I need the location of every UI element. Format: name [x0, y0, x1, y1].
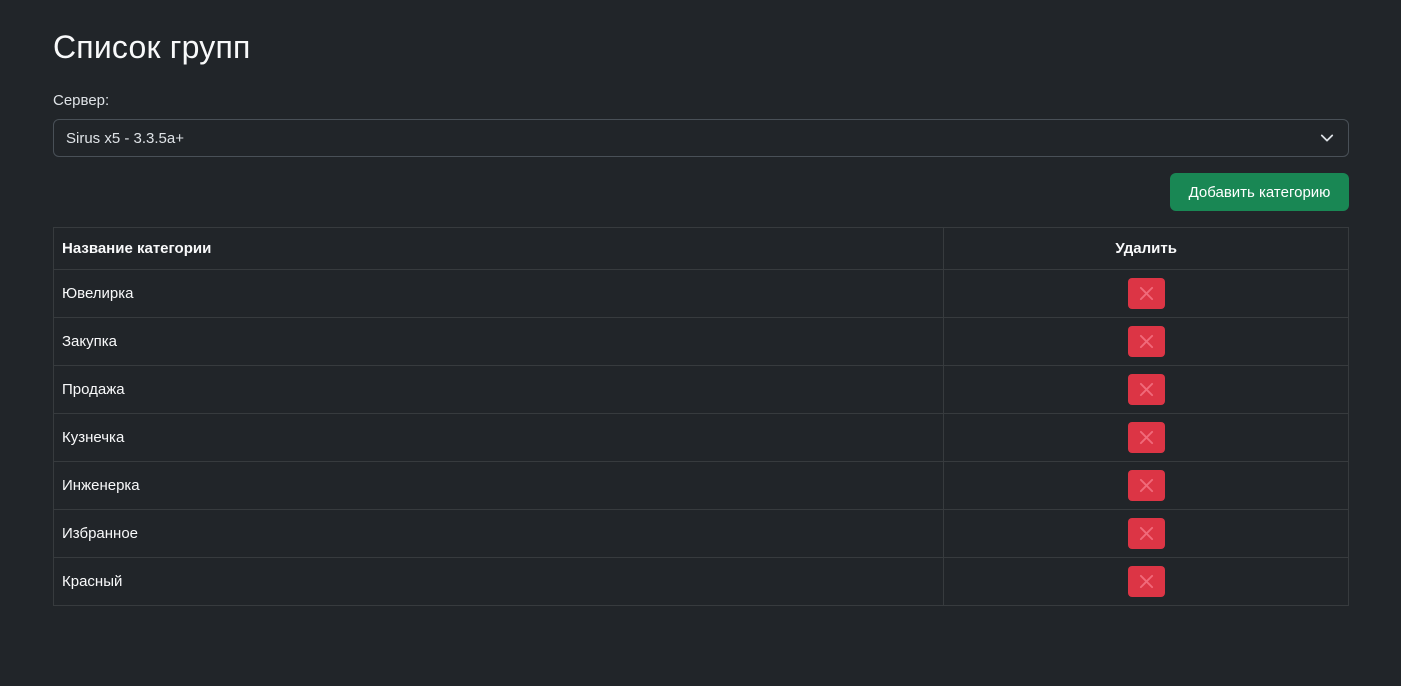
category-name: Инженерка	[52, 461, 945, 510]
delete-category-button[interactable]	[1127, 566, 1165, 597]
delete-cell	[943, 461, 1349, 510]
server-label: Сервер:	[53, 92, 110, 109]
table-row: Красный	[52, 557, 1349, 606]
delete-cell	[943, 365, 1349, 414]
delete-category-button[interactable]	[1127, 374, 1165, 405]
category-name: Кузнечка	[52, 413, 945, 462]
close-icon	[1139, 286, 1153, 301]
category-name: Избранное	[52, 509, 945, 558]
delete-cell	[943, 269, 1349, 318]
table-row: Ювелирка	[52, 269, 1349, 318]
column-header-delete: Удалить	[943, 227, 1349, 270]
category-name: Ювелирка	[52, 269, 945, 318]
close-icon	[1139, 526, 1153, 541]
delete-category-button[interactable]	[1127, 326, 1165, 357]
table-body: Ювелирка Закупка Продажа Кузнечка Инженерка И…	[52, 269, 1349, 606]
category-name: Закупка	[52, 317, 945, 366]
delete-cell	[943, 413, 1349, 462]
server-select[interactable]: Sirus x5 - 3.3.5a+	[53, 119, 1349, 157]
table-row: Продажа	[52, 365, 1349, 414]
chevron-down-icon	[1320, 134, 1334, 142]
categories-table: Название категории Удалить Ювелирка Закуп…	[52, 227, 1349, 606]
delete-cell	[943, 557, 1349, 606]
close-icon	[1139, 334, 1153, 349]
table-row: Закупка	[52, 317, 1349, 366]
column-header-name: Название категории	[52, 227, 945, 270]
close-icon	[1139, 478, 1153, 493]
delete-category-button[interactable]	[1127, 518, 1165, 549]
close-icon	[1139, 382, 1153, 397]
delete-cell	[943, 317, 1349, 366]
category-name: Красный	[52, 557, 945, 606]
server-select-value: Sirus x5 - 3.3.5a+	[66, 130, 184, 147]
add-category-button[interactable]: Добавить категорию	[1170, 173, 1349, 211]
delete-category-button[interactable]	[1127, 422, 1165, 453]
close-icon	[1139, 430, 1153, 445]
table-row: Инженерка	[52, 461, 1349, 510]
delete-category-button[interactable]	[1127, 470, 1165, 501]
page-title: Список групп	[53, 29, 251, 65]
close-icon	[1139, 574, 1153, 589]
delete-cell	[943, 509, 1349, 558]
delete-category-button[interactable]	[1127, 278, 1165, 309]
table-row: Избранное	[52, 509, 1349, 558]
category-name: Продажа	[52, 365, 945, 414]
table-row: Кузнечка	[52, 413, 1349, 462]
table-header-row: Название категории Удалить	[52, 227, 1349, 270]
